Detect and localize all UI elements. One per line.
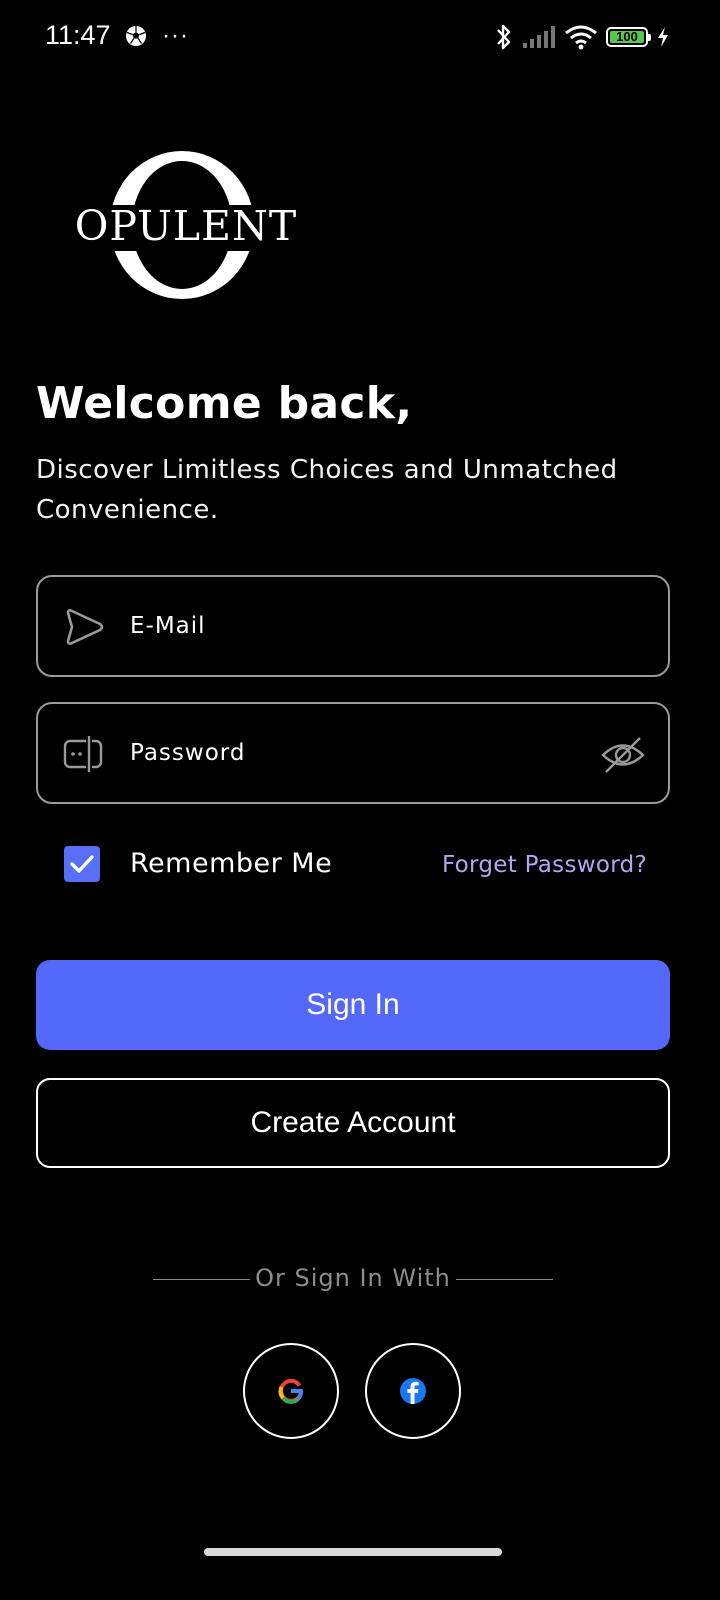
status-right-icons: 100 xyxy=(494,22,670,52)
wifi-icon xyxy=(565,25,597,50)
checkmark-icon xyxy=(70,855,94,873)
signal-icon xyxy=(523,26,555,48)
email-input[interactable] xyxy=(130,577,590,675)
remember-me-label[interactable]: Remember Me xyxy=(130,846,332,882)
password-icon xyxy=(63,734,103,774)
battery-level: 100 xyxy=(610,30,644,43)
facebook-sign-in-button[interactable] xyxy=(365,1343,461,1439)
status-time: 11:47 xyxy=(45,20,111,50)
email-field[interactable] xyxy=(36,575,670,677)
facebook-icon xyxy=(400,1378,426,1404)
forgot-password-link[interactable]: Forget Password? xyxy=(442,848,647,882)
charging-icon xyxy=(658,27,668,47)
bluetooth-icon xyxy=(497,24,511,50)
eye-slash-icon[interactable] xyxy=(600,734,646,776)
brand-logo: OPULENT xyxy=(56,150,316,300)
password-field[interactable] xyxy=(36,702,670,804)
battery-icon: 100 xyxy=(606,27,651,47)
social-divider-text: Or Sign In With xyxy=(255,1264,451,1292)
password-input[interactable] xyxy=(130,704,590,802)
divider-line-left xyxy=(153,1279,250,1280)
page-subtitle: Discover Limitless Choices and Unmatched… xyxy=(36,455,618,525)
google-sign-in-button[interactable] xyxy=(243,1343,339,1439)
logo-text: OPULENT xyxy=(74,202,298,250)
soccer-ball-icon xyxy=(126,26,146,46)
google-icon xyxy=(278,1378,303,1404)
home-indicator[interactable] xyxy=(204,1548,502,1556)
page-title: Welcome back, xyxy=(36,378,413,429)
divider-line-right xyxy=(456,1279,553,1280)
overflow-indicator: ··· xyxy=(162,22,189,49)
sign-in-button[interactable]: Sign In xyxy=(36,960,670,1050)
status-left-icons: ··· xyxy=(124,24,189,48)
create-account-button[interactable]: Create Account xyxy=(36,1078,670,1168)
send-icon xyxy=(66,609,104,645)
remember-me-checkbox[interactable] xyxy=(64,846,100,882)
